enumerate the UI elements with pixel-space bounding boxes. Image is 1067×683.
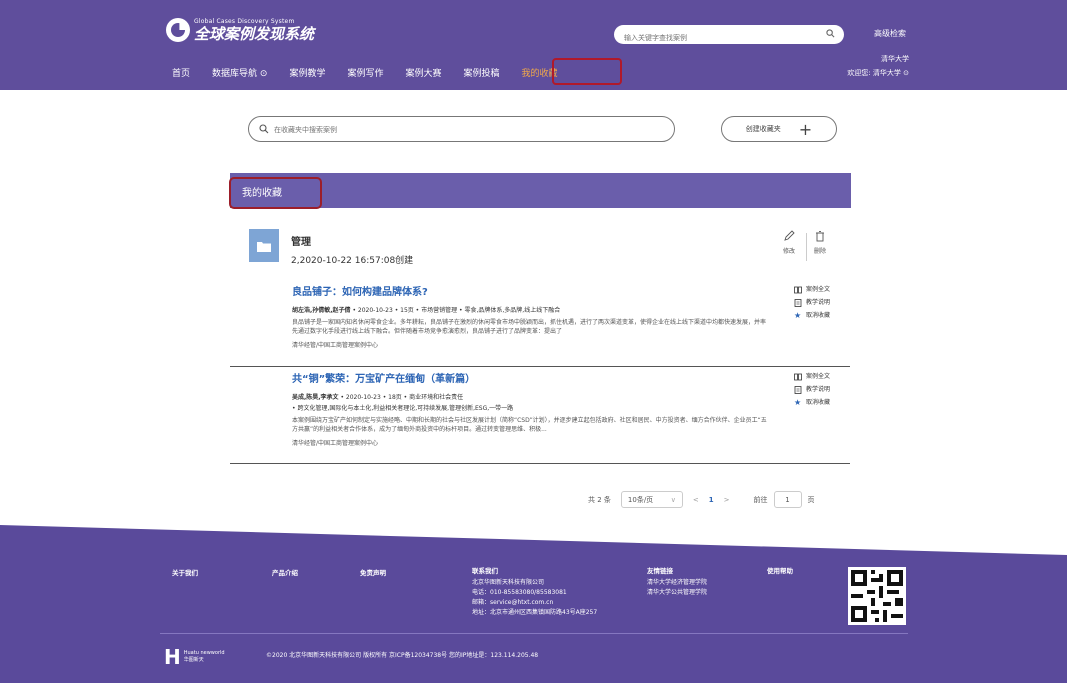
footer-divider: [160, 633, 908, 634]
next-page-button[interactable]: >: [724, 496, 730, 504]
delete-folder-button[interactable]: 删除: [814, 230, 826, 255]
case-authors: 胡左浩,孙倩敏,赵子倩: [292, 307, 351, 314]
section-header: 我的收藏: [230, 173, 851, 208]
document-icon: [794, 298, 802, 307]
pagination: 共 2 条 10条/页 ∨ < 1 > 前往 1 页: [588, 491, 815, 508]
search-icon[interactable]: [826, 29, 835, 38]
case-meta: 吴成,陈昊,李承文 • 2020-10-23 • 18页 • 商业环境和社会责任: [292, 394, 464, 401]
teaching-notes-link[interactable]: 教学说明: [794, 296, 830, 309]
user-info[interactable]: 清华大学 欢迎您: 清华大学 ⊙: [847, 52, 909, 80]
footer-link-sem[interactable]: 清华大学经济管理学院: [647, 578, 707, 588]
nav-home[interactable]: 首页: [172, 66, 190, 79]
divider: [230, 463, 850, 464]
qr-code-image: [848, 567, 906, 625]
case-item: 良品铺子：如何构建品牌体系? 胡左浩,孙倩敏,赵子倩 • 2020-10-23 …: [230, 283, 850, 349]
edit-folder-button[interactable]: 修改: [783, 230, 795, 255]
prev-page-button[interactable]: <: [693, 496, 699, 504]
folder-created: 2,2020-10-22 16:57:08创建: [291, 256, 414, 266]
logo-english-name: Global Cases Discovery System: [194, 17, 295, 25]
brand-h-icon: H: [164, 645, 181, 669]
case-abstract: 良品铺子是一家国内知名休闲零食企业。多年耕耘，良品铺子在激烈的休闲零食市场中脱颖…: [292, 319, 767, 335]
star-icon: ★: [793, 397, 802, 407]
case-actions: 案例全文 教学说明 ★ 取消收藏: [794, 370, 830, 409]
case-abstract: 本案例围绕万宝矿产如何制定与实施经略、中期和长期的社会与社区发展计划（简称“CS…: [292, 417, 767, 433]
nav-highlight-annotation: [552, 58, 622, 85]
global-search-box: [614, 25, 844, 48]
site-logo[interactable]: Global Cases Discovery System 全球案例发现系统: [166, 18, 314, 42]
chevron-down-icon: ⊙: [903, 69, 909, 77]
case-source: 清华经管/中国工商管理案例中心: [292, 342, 379, 349]
nav-database[interactable]: 数据库导航 ⊙: [212, 66, 267, 79]
logo-chinese-name: 全球案例发现系统: [194, 24, 315, 43]
create-folder-button[interactable]: 创建收藏夹 +: [721, 116, 837, 142]
goto-page-input[interactable]: 1: [773, 491, 802, 508]
full-text-link[interactable]: 案例全文: [794, 283, 830, 296]
footer-contact: 联系我们 北京华图新天科技有限公司 电话：010-85583080/855830…: [472, 567, 598, 616]
main-nav: 首页 数据库导航 ⊙ 案例教学 案例写作 案例大赛 案例投稿 我的收藏: [172, 66, 580, 79]
copyright-text: ©2020 北京华图新天科技有限公司 版权所有 京ICP备12034738号 您…: [266, 652, 539, 659]
chevron-down-icon: ⊙: [259, 69, 268, 79]
unfavorite-link[interactable]: ★ 取消收藏: [794, 309, 830, 322]
chevron-down-icon: ∨: [670, 495, 676, 504]
nav-case-contest[interactable]: 案例大赛: [405, 66, 441, 79]
case-actions: 案例全文 教学说明 ★ 取消收藏: [794, 283, 830, 322]
global-search-input[interactable]: [614, 28, 804, 48]
globe-icon: [166, 18, 190, 42]
case-tags: • 跨文化管理,国际化与本土化,利益相关者理论,可持续发展,管理创新,ESG,一…: [292, 405, 514, 412]
book-icon: [794, 286, 802, 294]
nav-case-teaching[interactable]: 案例教学: [289, 66, 325, 79]
advanced-search-link[interactable]: 高级检索: [874, 28, 906, 39]
folder-search-box: [248, 116, 675, 142]
footer-about-link[interactable]: 关于我们: [172, 568, 198, 578]
nav-case-writing[interactable]: 案例写作: [347, 66, 383, 79]
folder-icon[interactable]: [249, 229, 279, 262]
unfavorite-link[interactable]: ★ 取消收藏: [794, 396, 830, 409]
folder-search-input[interactable]: [274, 121, 664, 138]
teaching-notes-link[interactable]: 教学说明: [794, 383, 830, 396]
total-count: 共 2 条: [588, 495, 611, 504]
current-page[interactable]: 1: [709, 496, 714, 504]
case-authors: 吴成,陈昊,李承文: [292, 394, 339, 401]
goto-label: 前往: [753, 495, 768, 504]
action-divider: [806, 233, 807, 261]
footer-product-link[interactable]: 产品介绍: [272, 568, 298, 578]
pencil-icon: [784, 230, 795, 241]
book-icon: [794, 373, 802, 381]
footer-link-spm[interactable]: 清华大学公共管理学院: [647, 588, 707, 598]
footer-help-link[interactable]: 使用帮助: [767, 566, 793, 576]
page-size-select[interactable]: 10条/页 ∨: [620, 491, 683, 508]
document-icon: [794, 385, 802, 394]
case-item: 共“铜”繁荣：万宝矿产在缅甸（革新篇） 吴成,陈昊,李承文 • 2020-10-…: [230, 370, 850, 447]
case-title[interactable]: 共“铜”繁荣：万宝矿产在缅甸（革新篇）: [292, 370, 850, 385]
plus-icon: +: [798, 119, 813, 139]
case-source: 清华经管/中国工商管理案例中心: [292, 440, 379, 447]
star-icon: ★: [793, 310, 802, 320]
case-meta: 胡左浩,孙倩敏,赵子倩 • 2020-10-23 • 15页 • 市场营销管理 …: [292, 307, 561, 314]
page-unit: 页: [807, 495, 815, 504]
divider: [230, 366, 850, 367]
case-title[interactable]: 良品铺子：如何构建品牌体系?: [292, 283, 850, 298]
footer-brand-logo: H Huatu newworld 华图新天: [164, 645, 225, 669]
search-icon: [259, 124, 269, 134]
footer-disclaimer-link[interactable]: 免责声明: [360, 568, 386, 578]
footer-links: 友情链接 清华大学经济管理学院 清华大学公共管理学院: [647, 567, 708, 598]
user-org: 清华大学: [881, 55, 909, 63]
section-highlight-annotation: [229, 177, 322, 209]
folder-name[interactable]: 管理: [291, 233, 311, 248]
trash-icon: [816, 231, 824, 242]
nav-case-submission[interactable]: 案例投稿: [464, 66, 500, 79]
welcome-text: 欢迎您: 清华大学: [847, 69, 901, 77]
full-text-link[interactable]: 案例全文: [794, 370, 830, 383]
